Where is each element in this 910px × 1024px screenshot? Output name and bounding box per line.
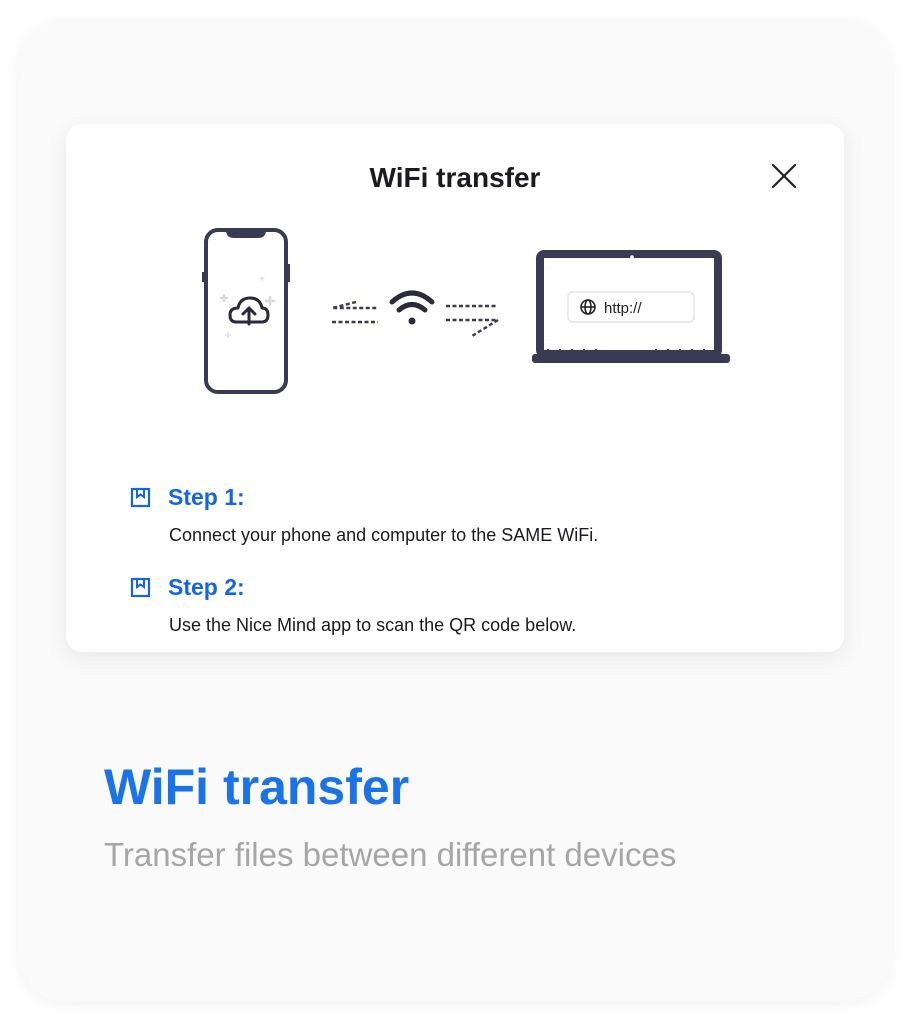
step-2: Step 2: Use the Nice Mind app to scan th… bbox=[130, 574, 576, 636]
feature-subtitle: Transfer files between different devices bbox=[104, 836, 677, 873]
feature-card: WiFi transfer http:// Step 1: Connect yo… bbox=[18, 20, 892, 1002]
feature-title: WiFi transfer bbox=[104, 759, 410, 815]
wifi-transfer-dialog: WiFi transfer http:// Step 1: Connect yo… bbox=[66, 124, 844, 652]
bookmark-icon bbox=[130, 487, 151, 507]
wifi-icon bbox=[389, 290, 435, 325]
transfer-arrows-right bbox=[446, 304, 503, 338]
step-2-label: Step 2: bbox=[168, 574, 245, 600]
globe-icon bbox=[580, 299, 596, 315]
dialog-title: WiFi transfer bbox=[369, 162, 541, 193]
transfer-arrows-left bbox=[331, 300, 378, 324]
step-1-text: Connect your phone and computer to the S… bbox=[169, 525, 599, 545]
close-button[interactable] bbox=[766, 158, 802, 194]
transfer-illustration: http:// bbox=[202, 228, 730, 394]
step-1: Step 1: Connect your phone and computer … bbox=[130, 484, 598, 546]
laptop-icon bbox=[532, 250, 730, 363]
step-1-label: Step 1: bbox=[168, 484, 245, 510]
bookmark-icon bbox=[130, 577, 151, 597]
url-placeholder: http:// bbox=[604, 300, 642, 317]
phone-icon bbox=[202, 228, 290, 394]
step-2-text: Use the Nice Mind app to scan the QR cod… bbox=[169, 615, 577, 635]
cloud-upload-icon bbox=[228, 296, 270, 326]
close-icon bbox=[771, 163, 797, 189]
